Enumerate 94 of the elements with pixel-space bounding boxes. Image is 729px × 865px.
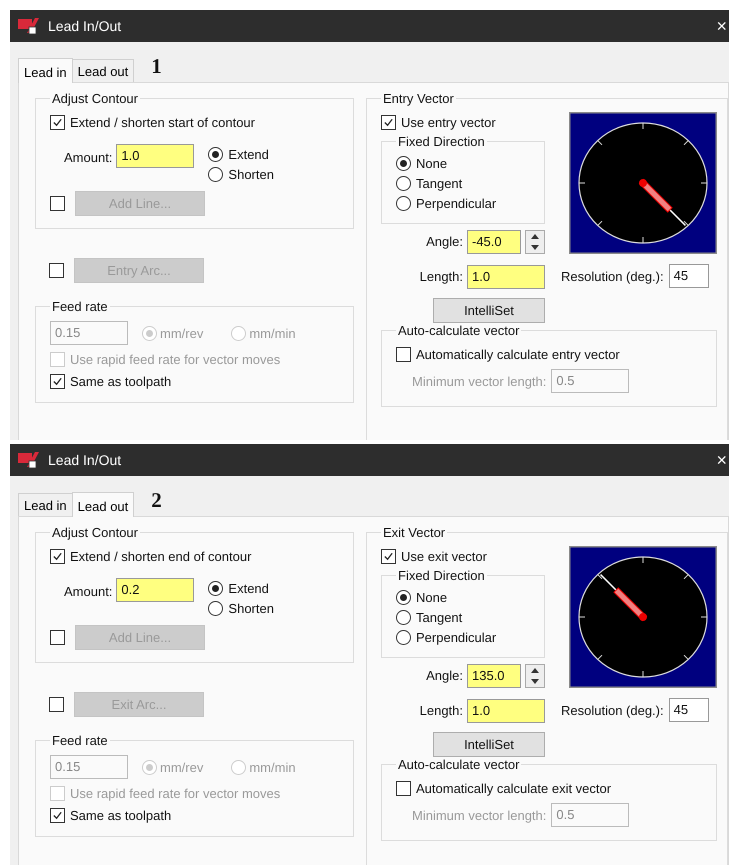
intelliset-button[interactable]: IntelliSet — [433, 298, 545, 323]
radio-button[interactable] — [208, 166, 224, 182]
checkbox-label: Use entry vector — [401, 114, 496, 130]
checkbox-label: Same as toolpath — [70, 374, 172, 388]
radio-label: Perpendicular — [416, 630, 496, 644]
group-label: Fixed Direction — [397, 134, 486, 149]
checkmark-icon — [52, 376, 63, 386]
tab[interactable]: Lead out — [72, 59, 134, 82]
checkmark-icon — [383, 116, 394, 128]
field-label: Angle: — [426, 668, 463, 683]
field-label: Resolution (deg.): — [561, 268, 664, 284]
spinner-control[interactable] — [525, 664, 545, 688]
checkbox-label: Use rapid feed rate for vector moves — [70, 786, 280, 800]
checkbox[interactable] — [381, 548, 396, 564]
group-label: Auto-calculate vector — [397, 757, 520, 772]
checkmark-icon — [52, 116, 63, 128]
radio-label: Shorten — [228, 600, 274, 616]
radio-label: Tangent — [416, 610, 462, 624]
app-icon — [18, 451, 40, 469]
checkbox[interactable] — [50, 548, 65, 564]
radio-button[interactable] — [396, 196, 411, 210]
radio-button[interactable] — [396, 156, 411, 170]
radio-label: mm/rev — [160, 760, 204, 774]
radio-label: Perpendicular — [416, 196, 496, 210]
checkbox-label: Extend / shorten end of contour — [70, 548, 252, 564]
angle-field[interactable]: 135.0 — [467, 664, 521, 688]
caret-up-icon[interactable] — [531, 668, 539, 672]
group-label: Fixed Direction — [397, 568, 486, 583]
caret-up-icon[interactable] — [531, 234, 539, 238]
spinner-control[interactable] — [525, 230, 545, 254]
field-label: Resolution (deg.): — [561, 702, 664, 718]
length-field[interactable]: 1.0 — [467, 698, 545, 722]
amount-field[interactable]: 1.0 — [116, 144, 194, 168]
radio-button[interactable] — [396, 630, 411, 644]
window-title: Lead In/Out — [48, 18, 122, 34]
radio-label: mm/min — [249, 760, 296, 774]
direction-dial-drawing[interactable] — [569, 546, 717, 688]
checkbox-label: Extend / shorten start of contour — [70, 114, 255, 130]
radio-button[interactable] — [396, 176, 411, 190]
field-label: Minimum vector length: — [412, 374, 546, 388]
group-label: Exit Vector — [382, 525, 446, 540]
radio-button[interactable] — [208, 146, 224, 162]
radio-button[interactable] — [396, 590, 411, 604]
radio-button[interactable] — [208, 580, 224, 596]
group-label: Feed rate — [51, 733, 109, 748]
checkbox[interactable] — [50, 114, 65, 130]
checkmark-icon — [383, 550, 394, 562]
radio-label: Tangent — [416, 176, 462, 190]
radio-button[interactable] — [208, 600, 224, 616]
group-label: Auto-calculate vector — [397, 323, 520, 338]
caret-down-icon[interactable] — [531, 678, 539, 684]
checkbox[interactable] — [381, 114, 396, 130]
app-icon — [18, 17, 40, 35]
group-label: Feed rate — [51, 299, 109, 314]
panel-number: 1 — [151, 54, 162, 79]
radio-label: mm/min — [249, 326, 296, 340]
caret-down-icon[interactable] — [531, 244, 539, 250]
checkbox-label: Automatically calculate exit vector — [416, 780, 612, 796]
checkbox-label: Use rapid feed rate for vector moves — [70, 352, 280, 366]
radio-label: Shorten — [228, 166, 274, 182]
amount-field[interactable]: 0.2 — [116, 578, 194, 602]
group-label: Adjust Contour — [51, 91, 139, 106]
radio-label: Extend — [228, 580, 269, 596]
close-button[interactable]: × — [714, 16, 729, 36]
radio-label: Extend — [228, 146, 269, 162]
group-label: Entry Vector — [382, 91, 455, 106]
field-label: Amount: — [64, 584, 112, 599]
field-label: Length: — [420, 703, 463, 718]
field-label: Length: — [420, 269, 463, 284]
checkbox-label: Use exit vector — [401, 548, 487, 564]
direction-dial-drawing[interactable] — [569, 112, 717, 254]
resolution-field[interactable]: 45 — [668, 264, 709, 288]
radio-label: None — [416, 156, 448, 170]
angle-field[interactable]: -45.0 — [467, 230, 521, 254]
resolution-field[interactable]: 45 — [668, 698, 709, 722]
radio-button[interactable] — [396, 610, 411, 624]
checkmark-icon — [52, 550, 63, 562]
tab[interactable]: Lead in — [18, 493, 73, 516]
field-label: Minimum vector length: — [412, 808, 546, 822]
radio-label: None — [416, 590, 448, 604]
checkbox-label: Automatically calculate entry vector — [416, 346, 620, 362]
checkmark-icon — [52, 810, 63, 820]
checkbox-label: Same as toolpath — [70, 808, 172, 822]
close-button[interactable]: × — [714, 450, 729, 470]
tab[interactable]: Lead out — [72, 492, 134, 517]
field-label: Amount: — [64, 150, 112, 165]
tab[interactable]: Lead in — [18, 58, 73, 83]
length-field[interactable]: 1.0 — [467, 264, 545, 288]
window-title: Lead In/Out — [48, 452, 122, 468]
group-label: Adjust Contour — [51, 525, 139, 540]
field-label: Angle: — [426, 234, 463, 249]
panel-number: 2 — [151, 488, 162, 513]
radio-label: mm/rev — [160, 326, 204, 340]
intelliset-button[interactable]: IntelliSet — [433, 732, 545, 757]
